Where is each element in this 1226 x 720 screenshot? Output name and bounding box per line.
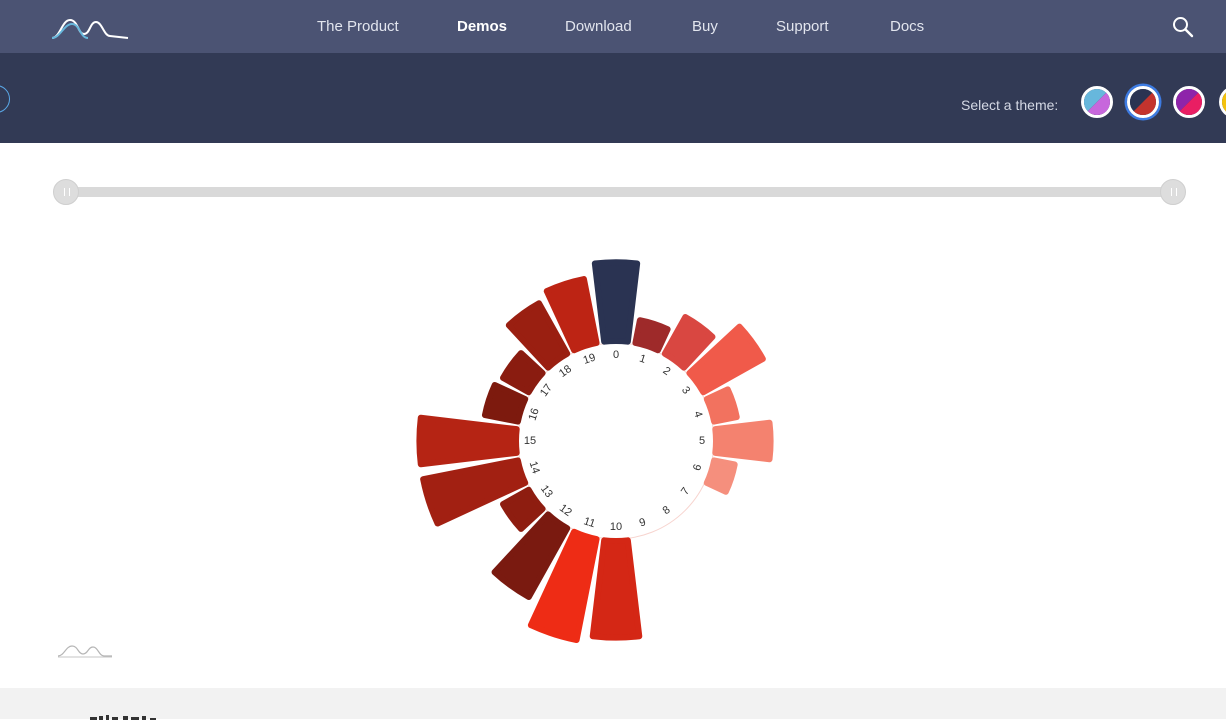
theme-label: Select a theme: [961, 97, 1059, 113]
category-label-10: 10 [610, 521, 622, 533]
chart-watermark-logo-icon[interactable] [56, 642, 114, 660]
bar-10[interactable] [589, 537, 643, 641]
search-icon[interactable] [1172, 16, 1194, 38]
amcharts-logo-icon[interactable] [50, 14, 130, 40]
nav-support[interactable]: Support [776, 18, 829, 35]
theme-swatch-0[interactable] [1081, 86, 1113, 118]
slider-track[interactable] [67, 187, 1173, 197]
scrollbar-slider[interactable] [53, 179, 1187, 205]
nav-the-product[interactable]: The Product [317, 18, 399, 35]
category-label-15: 15 [524, 435, 536, 447]
footer-band [0, 688, 1226, 719]
category-label-0: 0 [613, 349, 619, 361]
bar-0[interactable] [591, 259, 641, 345]
category-label-5: 5 [699, 435, 705, 447]
bar-1[interactable] [632, 317, 671, 354]
chart-inner-circle [517, 342, 715, 540]
theme-bar: Select a theme: [0, 53, 1226, 143]
top-navigation: The Product Demos Download Buy Support D… [0, 0, 1226, 53]
nav-demos[interactable]: Demos [457, 18, 507, 35]
bar-6[interactable] [703, 457, 738, 495]
nav-download[interactable]: Download [565, 18, 632, 35]
slider-end-grip[interactable] [1160, 179, 1186, 205]
partial-circle-button[interactable] [0, 85, 10, 113]
bar-5[interactable] [712, 419, 774, 463]
slider-start-grip[interactable] [53, 179, 79, 205]
nav-docs[interactable]: Docs [890, 18, 924, 35]
theme-swatch-2[interactable] [1173, 86, 1205, 118]
bar-16[interactable] [481, 381, 529, 425]
bar-4[interactable] [703, 386, 740, 425]
bar-15[interactable] [416, 414, 520, 468]
theme-swatch-3[interactable] [1219, 86, 1226, 118]
theme-swatch-1[interactable] [1127, 86, 1159, 118]
radial-bar-chart: 0 12345678910111213141516171819 [416, 259, 774, 644]
nav-buy[interactable]: Buy [692, 18, 718, 35]
